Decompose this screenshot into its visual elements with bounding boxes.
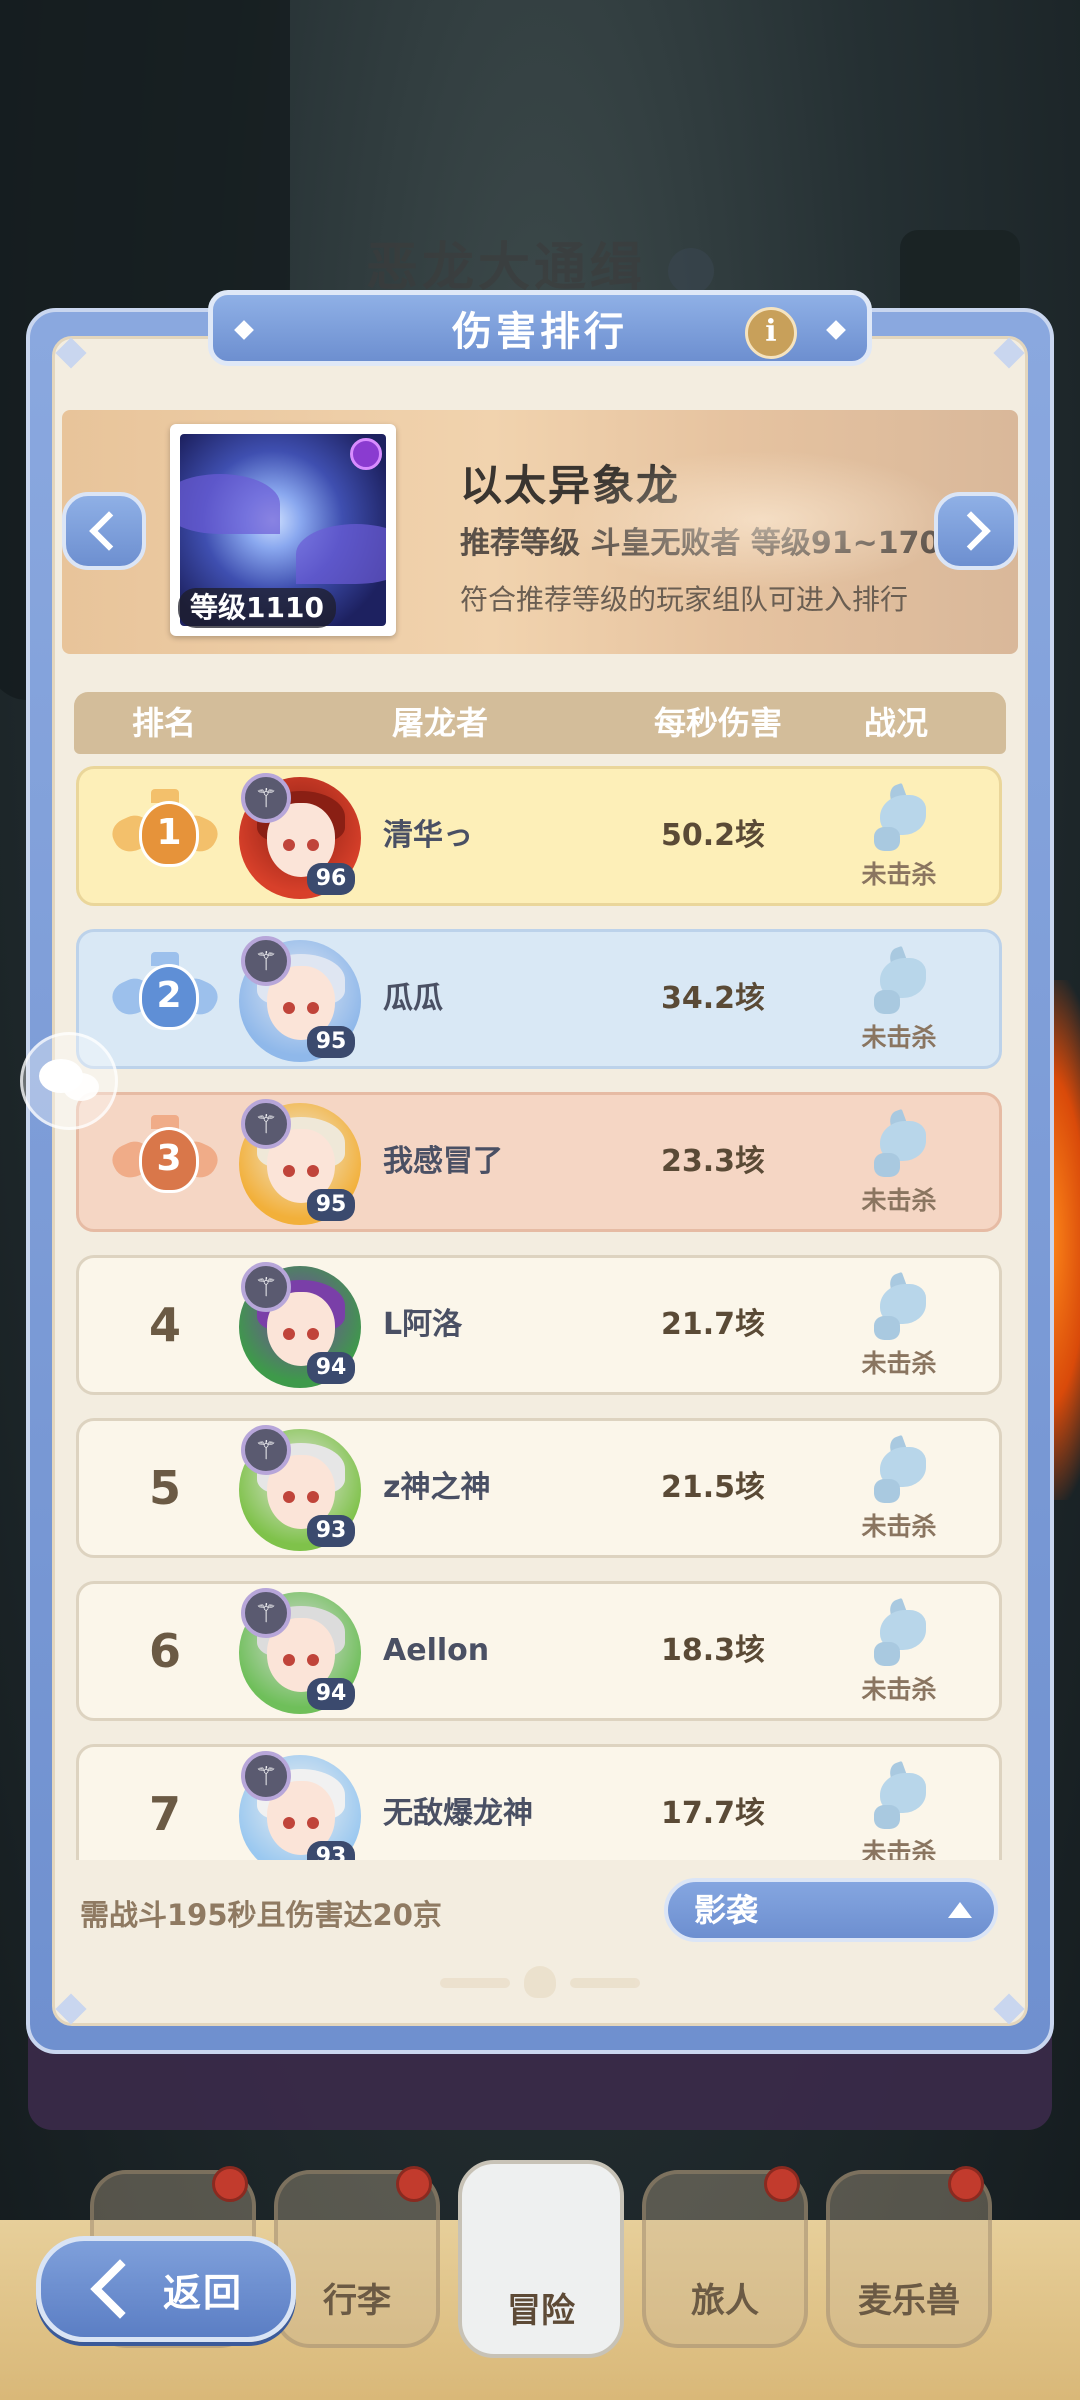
- event-badge-icon: [668, 248, 714, 294]
- player-name: 无敌爆龙神: [383, 1796, 533, 1831]
- table-row[interactable]: 1 ⚚ 96 清华っ 50.2垓 未击杀: [76, 766, 1002, 906]
- nav-tab-pets[interactable]: 麦乐兽: [826, 2166, 992, 2348]
- bronze-medal-icon: 3: [107, 1115, 223, 1207]
- event-title: 恶龙大通缉: [0, 225, 1080, 300]
- nav-tab-luggage[interactable]: 行李: [274, 2166, 440, 2348]
- dragon-head-icon: [866, 945, 932, 1014]
- table-row[interactable]: 7 ⚚ 93 无敌爆龙神 17.7垓 未击杀: [76, 1744, 1002, 1860]
- silver-medal-icon: 2: [107, 952, 223, 1044]
- chevron-left-icon: [89, 511, 129, 551]
- panel-title-bar: 伤害排行 i: [208, 290, 872, 366]
- gold-medal-icon: 1: [107, 789, 223, 881]
- dragon-head-icon: [866, 1760, 932, 1829]
- damage-per-second: 18.3垓: [660, 1633, 766, 1668]
- title-ornament: [234, 320, 254, 340]
- dragon-head-icon: [866, 1271, 932, 1340]
- player-name: z神之神: [383, 1470, 491, 1505]
- battle-status: 未击杀: [849, 1434, 949, 1543]
- player-name: 瓜瓜: [383, 981, 443, 1016]
- battle-status: 未击杀: [849, 1271, 949, 1380]
- info-icon[interactable]: i: [745, 307, 797, 359]
- damage-per-second: 17.7垓: [660, 1796, 766, 1831]
- damage-per-second: 21.7垓: [660, 1307, 766, 1342]
- player-name: 清华っ: [383, 818, 473, 853]
- notification-dot: [212, 2166, 248, 2202]
- rank-number: 5: [148, 1461, 182, 1515]
- notification-dot: [948, 2166, 984, 2202]
- player-name: Aellon: [383, 1633, 490, 1668]
- header-status: 战况: [863, 704, 929, 742]
- battle-status: 未击杀: [849, 782, 949, 891]
- notification-dot: [396, 2166, 432, 2202]
- damage-per-second: 21.5垓: [660, 1470, 766, 1505]
- player-level: 94: [307, 1352, 355, 1384]
- requirement-text: 需战斗195秒且伤害达20京: [80, 1898, 442, 1932]
- title-badge-icon: ⚚: [241, 1751, 291, 1801]
- ranking-list[interactable]: 1 ⚚ 96 清华っ 50.2垓 未击杀 2 ⚚ 95 瓜瓜 34.2垓 未击杀: [74, 766, 1006, 1860]
- rank-number: 7: [148, 1787, 182, 1841]
- title-badge-icon: ⚚: [241, 1425, 291, 1475]
- dragon-head-icon: [866, 782, 932, 851]
- dragon-head-icon: [866, 1597, 932, 1666]
- boss-name: 以太异象龙: [460, 461, 681, 510]
- footer-ornament: [440, 1960, 640, 2010]
- chat-button[interactable]: [20, 1032, 118, 1130]
- player-level: 93: [307, 1515, 355, 1547]
- table-header: 排名 屠龙者 每秒伤害 战况: [74, 692, 1006, 754]
- chevron-right-icon: [951, 511, 991, 551]
- back-button[interactable]: 返回: [36, 2236, 296, 2342]
- table-row[interactable]: 6 ⚚ 94 Aellon 18.3垓 未击杀: [76, 1581, 1002, 1721]
- prev-boss-button[interactable]: [62, 492, 146, 570]
- table-row[interactable]: 4 ⚚ 94 L阿洛 21.7垓 未击杀: [76, 1255, 1002, 1395]
- damage-per-second: 23.3垓: [660, 1144, 766, 1179]
- rank-number: 4: [148, 1298, 182, 1352]
- title-badge-icon: ⚚: [241, 1099, 291, 1149]
- battle-status: 未击杀: [849, 1597, 949, 1706]
- header-dps: 每秒伤害: [653, 704, 783, 742]
- recommended-level: 推荐等级 斗皇无败者 等级91~170: [460, 526, 941, 561]
- player-name: 我感冒了: [383, 1144, 503, 1179]
- title-ornament: [826, 320, 846, 340]
- notification-dot: [764, 2166, 800, 2202]
- title-badge-icon: ⚚: [241, 1262, 291, 1312]
- triangle-up-icon: [948, 1902, 972, 1918]
- player-level: 93: [307, 1841, 355, 1860]
- boss-portrait[interactable]: 等级1110: [170, 424, 396, 636]
- player-level: 96: [307, 863, 355, 895]
- nav-tab-adventure[interactable]: 冒险: [458, 2160, 624, 2358]
- rank-number: 6: [148, 1624, 182, 1678]
- battle-status: 未击杀: [849, 1108, 949, 1217]
- title-badge-icon: ⚚: [241, 1588, 291, 1638]
- header-slayer: 屠龙者: [391, 704, 489, 742]
- battle-status: 未击杀: [849, 945, 949, 1054]
- class-filter-value: 影袭: [694, 1891, 759, 1929]
- panel-title: 伤害排行: [452, 309, 628, 355]
- battle-status: 未击杀: [849, 1760, 949, 1860]
- player-level: 95: [307, 1189, 355, 1221]
- player-level: 94: [307, 1678, 355, 1710]
- ranking-note: 符合推荐等级的玩家组队可进入排行: [460, 583, 909, 616]
- table-row[interactable]: 5 ⚚ 93 z神之神 21.5垓 未击杀: [76, 1418, 1002, 1558]
- boss-level-badge: 等级1110: [178, 588, 336, 628]
- table-row[interactable]: 2 ⚚ 95 瓜瓜 34.2垓 未击杀: [76, 929, 1002, 1069]
- player-level: 95: [307, 1026, 355, 1058]
- nav-tab-travelers[interactable]: 旅人: [642, 2166, 808, 2348]
- player-name: L阿洛: [383, 1307, 463, 1342]
- damage-per-second: 50.2垓: [660, 818, 766, 853]
- damage-per-second: 34.2垓: [660, 981, 766, 1016]
- header-rank: 排名: [131, 704, 197, 742]
- class-filter-dropdown[interactable]: 影袭: [664, 1878, 998, 1942]
- back-arrow-icon: [90, 2259, 150, 2319]
- boss-banner: 等级1110 以太异象龙 推荐等级 斗皇无败者 等级91~170 符合推荐等级的…: [62, 410, 1018, 654]
- title-badge-icon: ⚚: [241, 773, 291, 823]
- table-row[interactable]: 3 ⚚ 95 我感冒了 23.3垓 未击杀: [76, 1092, 1002, 1232]
- dragon-head-icon: [866, 1434, 932, 1503]
- element-gem-icon: [350, 438, 382, 470]
- dragon-head-icon: [866, 1108, 932, 1177]
- next-boss-button[interactable]: [934, 492, 1018, 570]
- title-badge-icon: ⚚: [241, 936, 291, 986]
